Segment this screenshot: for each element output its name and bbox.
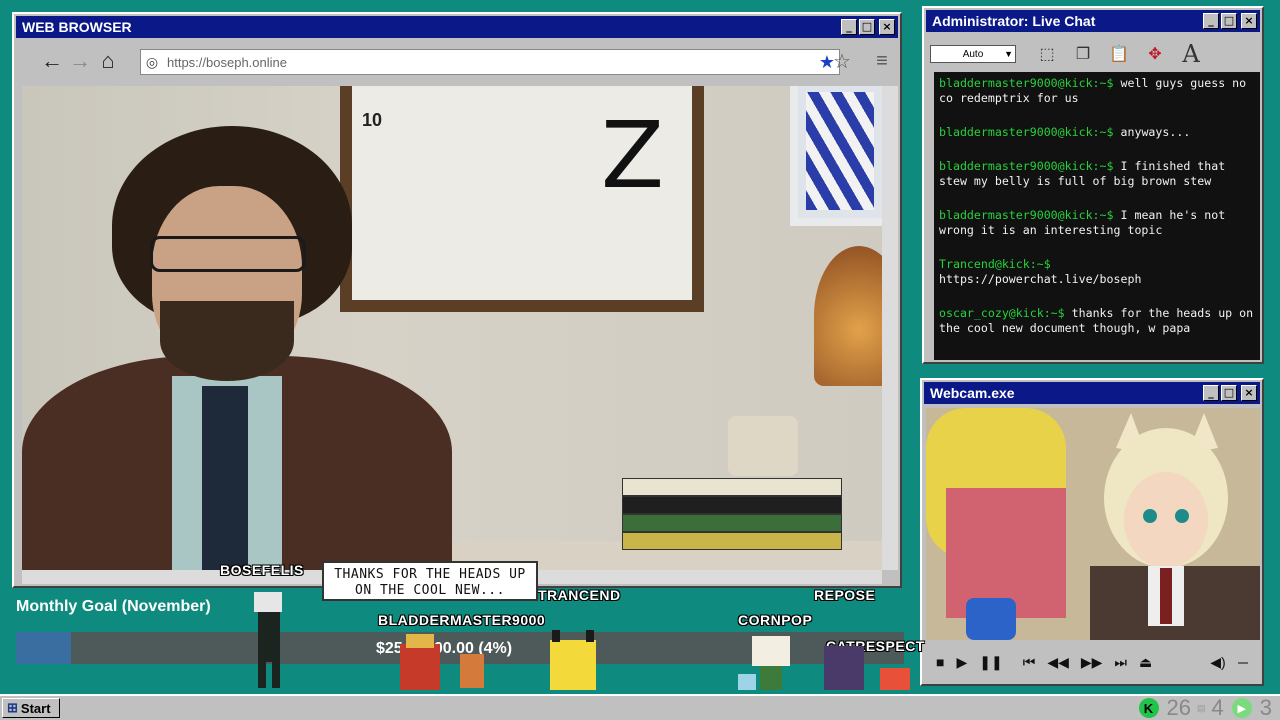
font-icon[interactable]: A [1176,39,1206,69]
book [622,532,842,550]
blue-art-frame [790,86,882,226]
copy-icon[interactable]: ❐ [1068,39,1098,69]
video-viewport[interactable]: 10 Z [22,86,882,570]
play-icon[interactable]: ▶ [956,654,967,671]
chat-username[interactable]: bladdermaster9000@kick:~$ [939,76,1114,90]
book [622,514,842,532]
volume-icon[interactable]: ◀) [1210,654,1225,671]
goal-title: Monthly Goal (November) [16,598,211,615]
font-size-select[interactable]: Auto ▼ [930,45,1016,63]
streamer [22,126,452,570]
browser-window: WEB BROWSER _ □ × ← → ⌂ ◎ https://boseph… [12,12,902,588]
glasses [150,236,306,272]
font-size-value: Auto [962,48,984,60]
webcam-title: Webcam.exe [930,385,1015,401]
z-letter-icon: Z [600,102,664,209]
menu-icon[interactable]: ≡ [868,47,896,75]
select-icon[interactable]: ⬚ [1032,39,1062,69]
close-button[interactable]: × [1241,13,1257,29]
blue-art [806,92,874,210]
chat-username[interactable]: bladdermaster9000@kick:~$ [939,159,1114,173]
chat-username[interactable]: oscar_cozy@kick:~$ [939,306,1065,320]
minimize-button[interactable]: _ [1203,13,1219,29]
secondary-count: 4 [1211,695,1224,720]
favorites-star-icon[interactable]: ☆ [828,47,856,75]
minimize-button[interactable]: _ [841,19,857,35]
tertiary-count: 3 [1259,695,1272,720]
chat-username[interactable]: bladdermaster9000@kick:~$ [939,208,1114,222]
eject-icon[interactable]: ⏏ [1139,654,1152,671]
skip-back-icon[interactable]: ⏮ [1023,654,1036,671]
dropdown-arrow-icon: ▼ [1004,49,1013,59]
chat-toolbar: Auto ▼ ⬚ ❐ 📋 ✥ A [926,34,1260,74]
minimize-button[interactable]: _ [1203,385,1219,401]
game-sprites [254,592,910,690]
tie [202,386,248,570]
chat-message: bladdermaster9000@kick:~$ I mean he's no… [939,208,1255,238]
webcam-window: Webcam.exe _ □ × ■ ▶ ❚❚ ⏮ ◀◀ ▶▶ ⏭ ⏏ ◀) [920,378,1264,686]
maximize-button[interactable]: □ [1221,13,1237,29]
system-tray: K 26 ▤ 4 ▶ 3 [1138,695,1272,720]
close-button[interactable]: × [1241,385,1257,401]
chat-log[interactable]: bladdermaster9000@kick:~$ well guys gues… [934,72,1260,360]
globe-icon: ◎ [145,53,159,70]
fast-forward-icon[interactable]: ▶▶ [1081,654,1103,671]
taskbar: ⊞ Start K 26 ▤ 4 ▶ 3 [0,694,1280,720]
browser-title: WEB BROWSER [22,19,132,35]
paste-icon[interactable]: 📋 [1104,39,1134,69]
url-text: https://boseph.online [167,54,287,70]
chat-window: Administrator: Live Chat _ □ × Auto ▼ ⬚ ❐… [922,6,1264,364]
kick-icon[interactable]: K [1138,698,1159,718]
goal-progress-fill [16,632,72,664]
skip-forward-icon[interactable]: ⏭ [1114,654,1127,671]
viewer-count: 26 [1166,695,1191,720]
volume-slider[interactable] [1237,662,1248,664]
windows-logo-icon: ⊞ [7,700,18,715]
close-button[interactable]: × [879,19,895,35]
play-status-icon[interactable]: ▶ [1231,698,1252,718]
vertical-scrollbar[interactable] [882,86,898,570]
chat-titlebar[interactable]: Administrator: Live Chat _ □ × [926,10,1260,32]
stop-icon[interactable]: ■ [936,654,944,670]
chat-message: oscar_cozy@kick:~$ thanks for the heads … [939,306,1255,336]
glass-jar [728,416,798,476]
webcam-titlebar[interactable]: Webcam.exe _ □ × [924,382,1260,404]
cozy-label-icon: ▤ [1196,702,1206,713]
player-name: BOSEFELIS [220,562,304,578]
anime-avatar [926,408,1260,640]
chat-message: bladdermaster9000@kick:~$ I finished tha… [939,159,1255,189]
browser-titlebar[interactable]: WEB BROWSER _ □ × [16,16,898,38]
chat-title: Administrator: Live Chat [932,13,1096,29]
start-label: Start [20,700,51,716]
chat-username[interactable]: bladdermaster9000@kick:~$ [939,125,1114,139]
address-bar[interactable]: ◎ https://boseph.online ★ [140,49,840,75]
start-button[interactable]: ⊞ Start [2,698,60,718]
beard [160,301,294,381]
media-controls: ■ ▶ ❚❚ ⏮ ◀◀ ▶▶ ⏭ ⏏ ◀) [926,644,1260,680]
book [622,478,842,496]
chat-username[interactable]: Trancend@kick:~$ [939,257,1051,271]
browser-navbar: ← → ⌂ ◎ https://boseph.online ★ ☆ ≡ [16,40,898,82]
book-stack [622,478,842,550]
chat-message: bladdermaster9000@kick:~$ well guys gues… [939,76,1255,106]
maximize-button[interactable]: □ [859,19,875,35]
webcam-view [926,408,1260,640]
chat-text: anyways... [1120,125,1191,139]
home-icon[interactable]: ⌂ [94,47,122,75]
chat-text: https://powerchat.live/boseph [939,272,1142,286]
book [622,496,842,514]
chat-message: bladdermaster9000@kick:~$ anyways... [939,125,1255,140]
move-icon[interactable]: ✥ [1140,39,1170,69]
rewind-icon[interactable]: ◀◀ [1047,654,1069,671]
chat-message: Trancend@kick:~$ https://powerchat.live/… [939,257,1255,287]
maximize-button[interactable]: □ [1221,385,1237,401]
pause-icon[interactable]: ❚❚ [979,654,1002,671]
back-arrow-icon[interactable]: ← [38,47,66,75]
forward-arrow-icon[interactable]: → [66,47,94,75]
